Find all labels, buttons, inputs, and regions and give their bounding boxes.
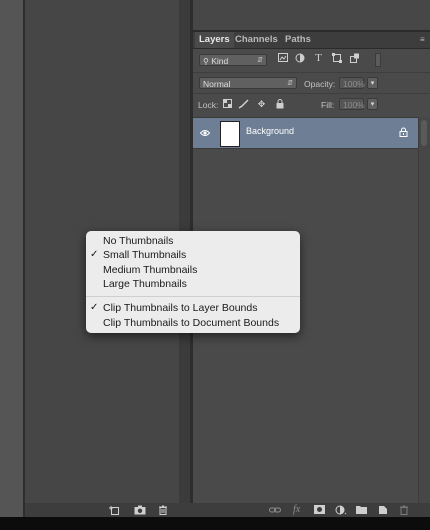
folder-icon[interactable] xyxy=(356,505,367,515)
menu-item-label: No Thumbnails xyxy=(103,235,174,247)
checkmark-icon: ✓ xyxy=(90,302,99,313)
lock-move-icon[interactable]: ✥ xyxy=(256,99,267,110)
fx-icon[interactable]: fx xyxy=(293,505,303,515)
filter-toggle-switch[interactable] xyxy=(375,53,381,67)
menu-item-clip-layer-bounds[interactable]: ✓ Clip Thumbnails to Layer Bounds xyxy=(86,301,300,315)
type-filter-icon[interactable]: T xyxy=(313,53,324,64)
image-filter-icon[interactable] xyxy=(277,53,288,64)
dropdown-arrow-icon: ⇵ xyxy=(287,80,293,87)
tab-layers[interactable]: Layers xyxy=(195,32,234,48)
lock-label: Lock: xyxy=(198,100,219,110)
layer-name[interactable]: Background xyxy=(246,126,294,136)
tab-paths[interactable]: Paths xyxy=(281,32,315,48)
lock-all-icon[interactable] xyxy=(274,99,285,110)
filter-kind-label: Kind xyxy=(211,56,229,66)
opacity-slider-button[interactable]: ▾ xyxy=(367,77,378,89)
camera-icon[interactable] xyxy=(134,505,146,515)
smart-object-filter-icon[interactable] xyxy=(349,53,360,64)
fill-label: Fill: xyxy=(321,100,335,110)
fill-field[interactable]: 100% xyxy=(339,98,365,110)
screen-bottom-edge xyxy=(0,517,430,530)
menu-separator xyxy=(86,296,300,297)
blend-mode-value: Normal xyxy=(203,79,231,89)
menu-item-label: Large Thumbnails xyxy=(103,278,187,290)
tab-channels[interactable]: Channels xyxy=(231,32,282,48)
opacity-label: Opacity: xyxy=(304,79,336,89)
menu-item-no-thumbnails[interactable]: No Thumbnails xyxy=(86,234,300,248)
left-edge-strip xyxy=(0,0,23,517)
lock-row: Lock: ✥ Fill: 100% ▾ xyxy=(193,93,430,115)
blend-mode-row: Normal ⇵ Opacity: 100% ▾ xyxy=(193,72,430,93)
fill-slider-button[interactable]: ▾ xyxy=(367,98,378,110)
delete-layer-icon[interactable] xyxy=(399,505,409,515)
menu-item-large-thumbnails[interactable]: Large Thumbnails xyxy=(86,277,300,291)
menu-item-small-thumbnails[interactable]: ✓ Small Thumbnails xyxy=(86,248,300,262)
dropdown-arrow-icon: ⇵ xyxy=(257,57,263,64)
filter-kind-dropdown[interactable]: ⚲ Kind ⇵ xyxy=(199,54,267,66)
adjustment-layer-icon[interactable] xyxy=(335,505,347,515)
new-layer-icon[interactable] xyxy=(378,505,388,515)
menu-item-label: Clip Thumbnails to Layer Bounds xyxy=(103,302,258,314)
opacity-field[interactable]: 100% xyxy=(339,77,365,89)
blend-mode-dropdown[interactable]: Normal ⇵ xyxy=(199,77,297,89)
menu-item-label: Small Thumbnails xyxy=(103,249,187,261)
layers-bottom-toolbar xyxy=(193,503,430,517)
trash-icon[interactable] xyxy=(158,505,168,515)
menu-item-medium-thumbnails[interactable]: Medium Thumbnails xyxy=(86,263,300,277)
menu-item-label: Clip Thumbnails to Document Bounds xyxy=(103,317,280,329)
new-group-icon[interactable] xyxy=(109,505,119,515)
lock-transparent-icon[interactable] xyxy=(222,99,233,110)
layer-row[interactable]: Background xyxy=(193,117,418,149)
layer-filter-row: ⚲ Kind ⇵ T xyxy=(193,50,430,70)
panel-menu-icon[interactable]: ≡ xyxy=(420,35,428,44)
checkmark-icon: ✓ xyxy=(90,249,99,260)
shape-filter-icon[interactable] xyxy=(331,53,342,64)
link-layers-icon[interactable] xyxy=(269,505,281,515)
mask-icon[interactable] xyxy=(314,505,325,515)
menu-item-label: Medium Thumbnails xyxy=(103,264,198,276)
upper-panel-area xyxy=(193,0,430,30)
layer-thumbnail xyxy=(220,121,240,147)
thumbnail-context-menu: No Thumbnails ✓ Small Thumbnails Medium … xyxy=(86,231,300,333)
layers-scrollbar[interactable] xyxy=(418,117,430,503)
lock-icon xyxy=(399,127,408,137)
search-icon: ⚲ xyxy=(203,57,209,66)
eye-icon[interactable] xyxy=(199,128,211,136)
adjustment-filter-icon[interactable] xyxy=(294,53,305,64)
layers-scroll-thumb[interactable] xyxy=(421,120,427,146)
menu-item-clip-document-bounds[interactable]: Clip Thumbnails to Document Bounds xyxy=(86,316,300,330)
lock-paint-icon[interactable] xyxy=(238,99,249,110)
panel-tab-bar: Layers Channels Paths ≡ xyxy=(193,32,430,49)
